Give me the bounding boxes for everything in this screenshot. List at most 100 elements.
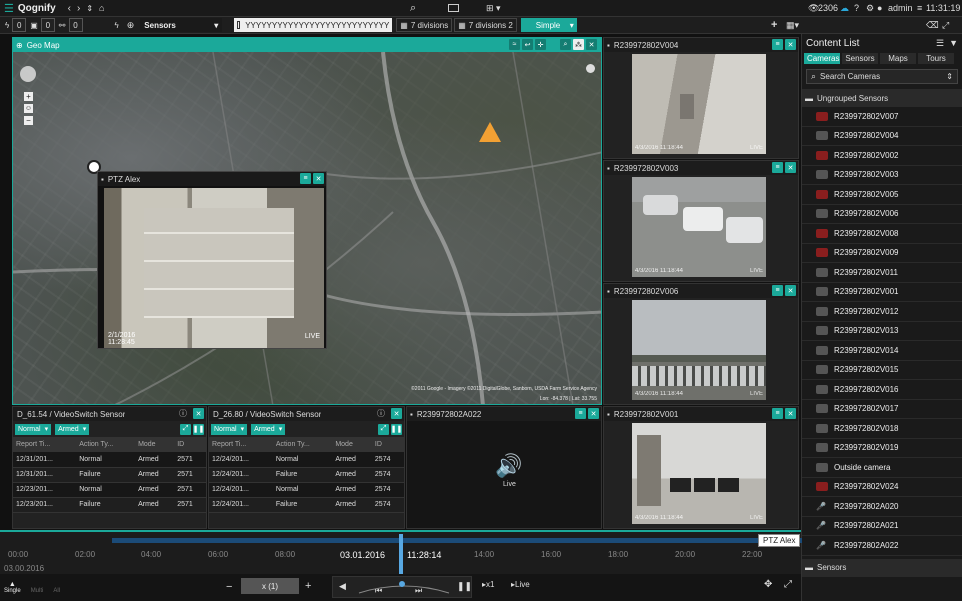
table-row[interactable]: 12/24/201... Normal Armed 2574: [209, 452, 404, 468]
list-item[interactable]: R239972802V004: [802, 126, 962, 146]
sensors-select[interactable]: Sensors ▾: [140, 18, 223, 32]
jog-wheel[interactable]: [349, 577, 459, 599]
list-item[interactable]: R239972802V003: [802, 165, 962, 185]
tab-tours[interactable]: Tours: [918, 53, 954, 64]
speed-select[interactable]: x (1): [241, 578, 299, 594]
rss-icon[interactable]: ≈: [509, 39, 520, 50]
table-row[interactable]: 12/23/201... Failure Armed 2571: [13, 497, 206, 513]
camera-panel-v001[interactable]: ▪ R239972802V001 ≡ ✕ 4/3/2016 11:18:44 LI…: [603, 406, 799, 529]
zoom-in-button[interactable]: +: [24, 92, 33, 101]
list-item[interactable]: R239972802V008: [802, 224, 962, 244]
user-icon[interactable]: ●: [877, 3, 882, 13]
column-header[interactable]: Action Ty...: [272, 437, 333, 452]
menu-icon[interactable]: ≡: [772, 408, 783, 419]
zoom-out-button[interactable]: −: [24, 116, 33, 125]
list-item[interactable]: Outside camera: [802, 458, 962, 478]
pan-control[interactable]: [20, 66, 36, 82]
table-row[interactable]: 12/23/201... Normal Armed 2571: [13, 482, 206, 498]
list-item[interactable]: R239972802V011: [802, 263, 962, 283]
column-header[interactable]: Report Ti...: [209, 437, 273, 452]
pause-icon[interactable]: ❚❚: [193, 423, 204, 435]
list-item[interactable]: R239972802V009: [802, 243, 962, 263]
menu-icon[interactable]: ≡: [772, 285, 783, 296]
list-item[interactable]: R239972802V006: [802, 204, 962, 224]
pause-icon[interactable]: ❚❚: [391, 423, 402, 435]
monitor-icon[interactable]: [448, 4, 459, 12]
view-mode-select[interactable]: Simple ▾: [520, 18, 577, 32]
camera-video-feed[interactable]: 4/3/2016 11:18:44 LIVE: [632, 300, 766, 400]
timeline[interactable]: 00:0002:0004:0006:0008:0012:0014:0016:00…: [0, 530, 802, 574]
list-item[interactable]: R239972802V012: [802, 302, 962, 322]
group-sensors[interactable]: ▬ Sensors: [802, 558, 962, 577]
camera-video-feed[interactable]: 4/3/2016 11:18:44 LIVE: [632, 54, 766, 154]
bolt-icon[interactable]: ϟ: [5, 21, 9, 30]
close-icon[interactable]: ✕: [313, 173, 324, 184]
rate-button[interactable]: ▸x1: [482, 580, 494, 589]
column-header[interactable]: ID: [371, 437, 404, 452]
list-item[interactable]: R239972802V024: [802, 477, 962, 497]
link-icon[interactable]: ⚯: [59, 21, 66, 30]
step-back-icon[interactable]: ⏮: [375, 586, 382, 596]
search-icon[interactable]: ⌕: [560, 39, 571, 50]
list-item[interactable]: R239972802V016: [802, 380, 962, 400]
camera-panel-v003[interactable]: ▪ R239972802V003 ≡ ✕ 4/3/2016 11:18:44 LI…: [603, 160, 799, 282]
column-header[interactable]: ID: [174, 437, 206, 452]
forward-icon[interactable]: ›: [77, 3, 80, 14]
layout-name-tab[interactable]: YYYYYYYYYYYYYYYYYYYYYYYYYYY: [234, 18, 393, 32]
username[interactable]: admin: [888, 3, 913, 13]
live-button[interactable]: ▸Live: [511, 580, 530, 589]
info-icon[interactable]: ⓘ: [179, 408, 187, 419]
satellite-icon[interactable]: ⁂: [573, 39, 584, 50]
table-row[interactable]: 12/24/201... Normal Armed 2574: [209, 482, 404, 498]
ptz-popup[interactable]: ▪ PTZ Alex ≡ ✕ 2/1/2016 11:28:45 LIVE: [97, 171, 327, 349]
list-item[interactable]: R239972802V017: [802, 399, 962, 419]
step-forward-icon[interactable]: ⏭: [415, 586, 422, 596]
mode-multi[interactable]: Multi: [31, 588, 44, 594]
column-header[interactable]: Mode: [135, 437, 175, 452]
table-row[interactable]: 12/24/201... Failure Armed 2574: [209, 497, 404, 513]
audio-panel-a022[interactable]: ▪ R239972802A022 ≡ ✕ 🔊 Live: [406, 406, 602, 529]
menu-icon[interactable]: ≡: [772, 39, 783, 50]
menu-icon[interactable]: ≡: [772, 162, 783, 173]
list-item[interactable]: R239972802V002: [802, 146, 962, 166]
list-item[interactable]: R239972802V007: [802, 107, 962, 127]
tab-cameras[interactable]: Cameras: [804, 53, 840, 64]
filter-armed[interactable]: Armed ▾: [55, 423, 90, 435]
speed-increase-button[interactable]: +: [305, 580, 311, 592]
menu-small-icon[interactable]: ≡: [917, 3, 922, 13]
list-item[interactable]: R239972802V018: [802, 419, 962, 439]
fullscreen-icon[interactable]: ⤢: [942, 20, 949, 31]
play-reverse-icon[interactable]: ◀: [339, 581, 346, 592]
crosshair-icon[interactable]: ✛: [535, 39, 546, 50]
expand-icon[interactable]: ⤢: [378, 423, 389, 435]
windows-icon[interactable]: ⊞ ▾: [486, 3, 501, 14]
camera-video-feed[interactable]: 4/3/2016 11:18:44 LIVE: [632, 423, 766, 524]
camera-panel-v006[interactable]: ▪ R239972802V006 ≡ ✕ 4/3/2016 11:18:44 LI…: [603, 283, 799, 405]
tab-sensors[interactable]: Sensors: [842, 53, 878, 64]
tab-maps[interactable]: Maps: [880, 53, 916, 64]
home-icon[interactable]: ⌂: [99, 3, 104, 13]
list-item[interactable]: R239972802V019: [802, 438, 962, 458]
pause-icon[interactable]: ❚❚: [457, 581, 472, 592]
column-header[interactable]: Report Ti...: [13, 437, 77, 452]
timeline-cursor[interactable]: [399, 534, 403, 574]
close-icon[interactable]: ✕: [785, 285, 796, 296]
info-icon[interactable]: ⓘ: [377, 408, 385, 419]
list-item[interactable]: R239972802V015: [802, 360, 962, 380]
add-icon[interactable]: +: [771, 19, 777, 31]
layout-tab-1[interactable]: ▦ 7 divisions: [396, 18, 453, 32]
list-view-icon[interactable]: ☰: [936, 38, 944, 49]
menu-icon[interactable]: ☰: [4, 2, 14, 15]
flash-icon[interactable]: ϟ: [115, 21, 119, 30]
camera-video-feed[interactable]: 4/3/2016 11:18:44 LIVE: [632, 177, 766, 277]
menu-icon[interactable]: ≡: [575, 408, 586, 419]
layout-menu-icon[interactable]: ▦▾: [786, 20, 799, 31]
eraser-icon[interactable]: ⌫: [926, 20, 939, 31]
close-icon[interactable]: ✕: [785, 39, 796, 50]
expand-icon[interactable]: ⤢: [180, 423, 191, 435]
menu-icon[interactable]: ≡: [300, 173, 311, 184]
settings-icon[interactable]: ⚙: [866, 3, 874, 14]
list-item[interactable]: 🎤 R239972802A020: [802, 497, 962, 517]
filter-normal[interactable]: Normal ▾: [211, 423, 248, 435]
info-dot-icon[interactable]: [586, 64, 595, 73]
